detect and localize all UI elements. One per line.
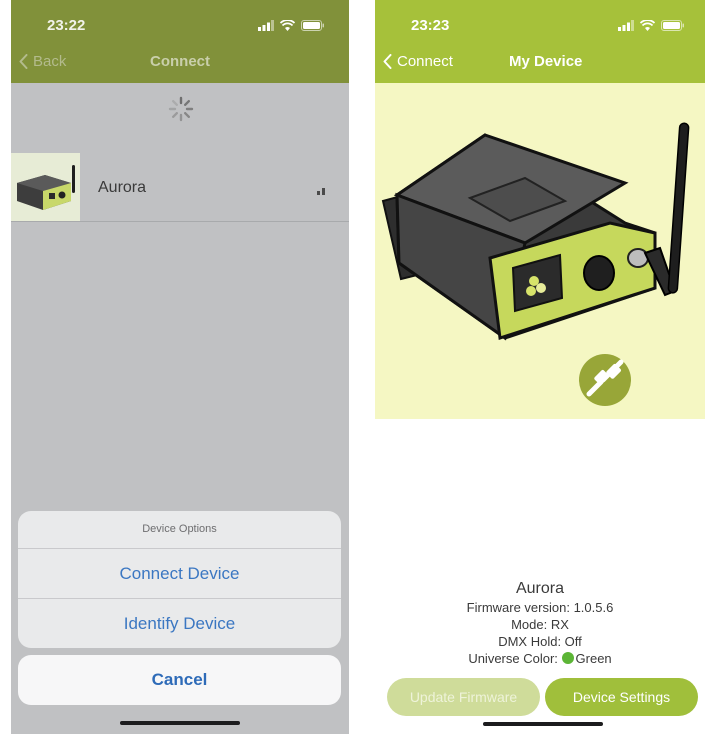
page-title: My Device xyxy=(509,53,583,70)
wifi-icon xyxy=(640,20,655,31)
page-title: Connect xyxy=(150,53,210,70)
universe-color-swatch xyxy=(561,652,574,664)
device-info: Aurora Firmware version: 1.0.5.6 Mode: R… xyxy=(375,580,705,668)
universe-color: Universe Color: Green xyxy=(375,651,705,668)
signal-icon xyxy=(618,20,634,31)
back-button[interactable]: Connect xyxy=(383,53,453,70)
my-device-screen: 23:23 Connect My Device Aurora Firmware … xyxy=(375,0,705,734)
battery-icon xyxy=(661,20,684,31)
device-settings-button[interactable]: Device Settings xyxy=(545,678,698,716)
universe-color-name: Green xyxy=(575,651,612,666)
connect-screen: 23:22 Back Connect Aurora Device Options… xyxy=(11,0,349,734)
status-bar: 23:22 xyxy=(11,0,349,40)
device-name: Aurora xyxy=(515,580,565,597)
device-thumbnail xyxy=(11,153,80,221)
status-icons xyxy=(258,20,325,31)
status-bar: 23:23 xyxy=(375,0,705,40)
signal-icon xyxy=(258,20,274,31)
device-list-item[interactable]: Aurora xyxy=(11,153,349,222)
sheet-title: Device Options xyxy=(18,511,341,549)
universe-color-label: Universe Color: xyxy=(468,651,558,666)
device-name: Aurora xyxy=(98,179,147,196)
firmware-version: Firmware version: 1.0.5.6 xyxy=(466,600,614,615)
nav-bar: Back Connect xyxy=(11,40,349,83)
chevron-left-icon xyxy=(383,54,392,69)
battery-icon xyxy=(301,20,324,31)
device-options-sheet: Device Options Connect Device Identify D… xyxy=(18,511,341,648)
status-icons xyxy=(618,20,685,31)
status-time: 23:23 xyxy=(411,17,450,34)
home-indicator[interactable] xyxy=(120,721,240,725)
wifi-icon xyxy=(280,20,295,31)
update-firmware-button[interactable]: Update Firmware xyxy=(387,678,540,716)
identify-device-button[interactable]: Identify Device xyxy=(18,598,341,648)
dmx-hold: DMX Hold: Off xyxy=(498,634,582,649)
device-illustration xyxy=(381,122,690,406)
device-image-panel xyxy=(375,83,705,419)
spinner-icon xyxy=(168,96,194,122)
device-mode: Mode: RX xyxy=(511,617,569,632)
status-time: 23:22 xyxy=(47,17,86,34)
home-indicator[interactable] xyxy=(483,722,603,726)
back-button-label: Connect xyxy=(397,53,453,70)
signal-strength-icon xyxy=(317,188,325,195)
cancel-button[interactable]: Cancel xyxy=(18,655,341,705)
nav-bar: Connect My Device xyxy=(375,40,705,83)
plug-icon[interactable] xyxy=(579,354,631,406)
connect-device-button[interactable]: Connect Device xyxy=(18,549,341,598)
